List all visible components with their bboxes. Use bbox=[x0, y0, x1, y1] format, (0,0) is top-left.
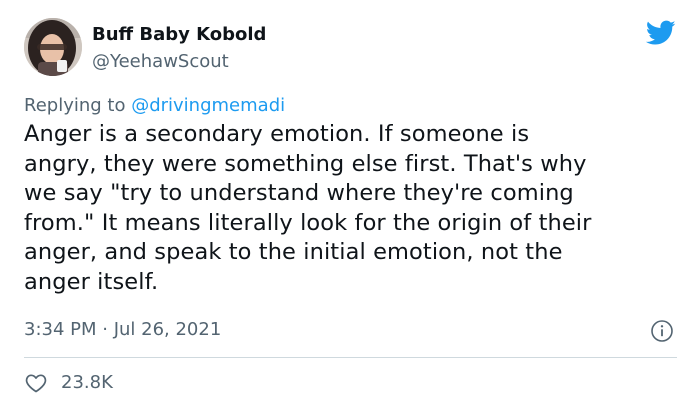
tweet-card: Buff Baby Kobold @YeehawScout Replying t… bbox=[0, 0, 700, 411]
tweet-text-line: from." It means literally look for the o… bbox=[24, 209, 592, 236]
reply-mention-link[interactable]: @drivingmemadi bbox=[131, 95, 285, 116]
twitter-bird-icon[interactable] bbox=[646, 20, 676, 46]
info-icon[interactable] bbox=[650, 319, 674, 343]
reply-prefix: Replying to bbox=[24, 95, 132, 116]
tweet-text-line: anger, and speak to the initial emotion,… bbox=[24, 239, 563, 265]
author-display-name[interactable]: Buff Baby Kobold bbox=[92, 23, 266, 47]
tweet-text-line: we say "try to understand where they're … bbox=[24, 180, 574, 206]
tweet-text: Anger is a secondary emotion. If someone… bbox=[24, 120, 674, 297]
like-count: 23.8K bbox=[61, 372, 113, 393]
like-button[interactable]: 23.8K bbox=[24, 370, 113, 396]
avatar-image bbox=[24, 18, 82, 76]
divider bbox=[24, 357, 677, 358]
heart-icon[interactable] bbox=[24, 371, 48, 395]
author-handle[interactable]: @YeehawScout bbox=[92, 50, 229, 74]
reply-context: Replying to @drivingmemadi bbox=[24, 94, 285, 118]
tweet-text-line: Anger is a secondary emotion. If someone… bbox=[24, 121, 530, 147]
tweet-text-line: angry, they were something else first. T… bbox=[24, 150, 587, 177]
tweet-timestamp[interactable]: 3:34 PM · Jul 26, 2021 bbox=[24, 318, 221, 342]
tweet-text-line: anger itself. bbox=[24, 268, 159, 295]
avatar[interactable] bbox=[24, 18, 82, 76]
